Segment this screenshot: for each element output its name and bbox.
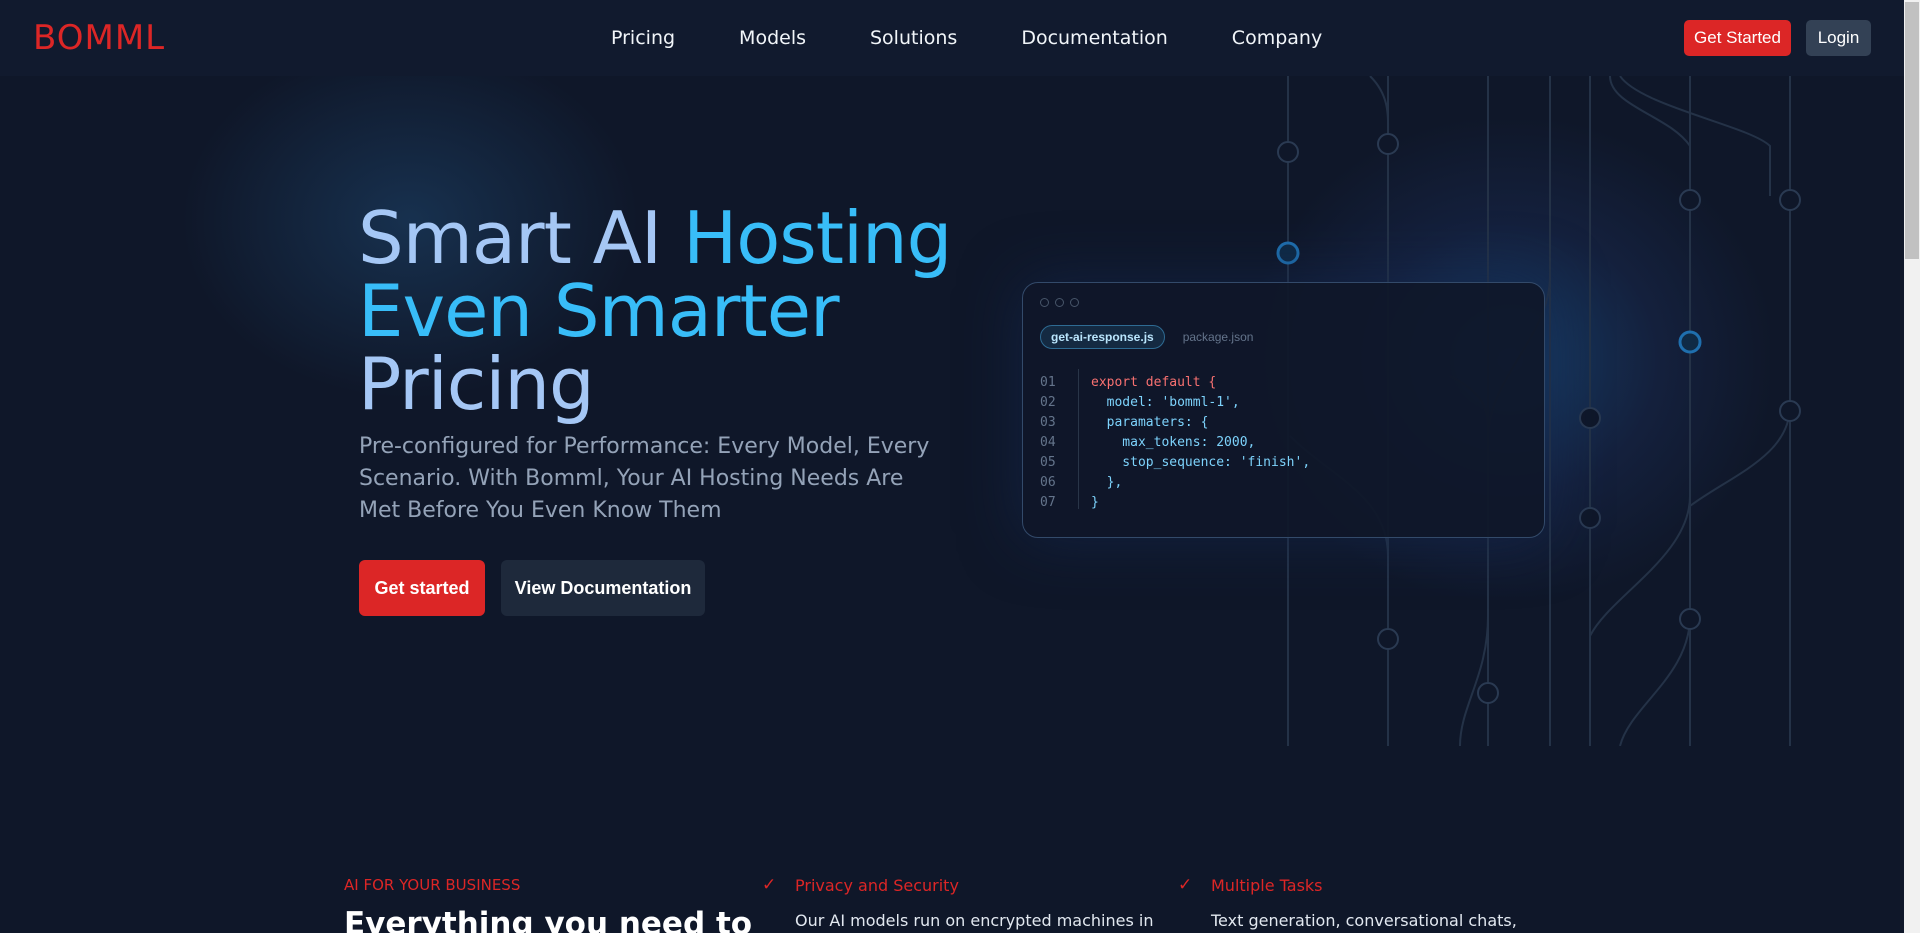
section-tag: AI FOR YOUR BUSINESS [344,876,521,894]
window-dots [1040,298,1085,307]
window-dot-icon [1070,298,1079,307]
code-line: 07} [1040,492,1310,512]
nav-link-solutions[interactable]: Solutions [870,27,957,49]
brand-logo[interactable]: BOMML [33,18,165,58]
line-number: 06 [1040,474,1056,490]
hero-title-smart-ai: Smart AI [358,196,684,280]
hero-subtitle: Pre-configured for Performance: Every Mo… [359,434,930,523]
code-text: max_tokens: 2000, [1091,434,1256,450]
feature-description: Text generation, conversational chats, [1211,911,1517,930]
view-documentation-button[interactable]: View Documentation [501,560,705,616]
nav-links: Pricing Models Solutions Documentation C… [611,27,1386,49]
feature-title: Multiple Tasks [1211,876,1323,895]
code-text: paramaters: { [1091,414,1209,430]
window-dot-icon [1040,298,1049,307]
hero-get-started-button[interactable]: Get started [359,560,485,616]
nav-link-company[interactable]: Company [1232,27,1322,49]
nav-link-pricing[interactable]: Pricing [611,27,675,49]
section-heading: Everything you need to [344,906,753,933]
feature-title: Privacy and Security [795,876,959,895]
code-lines: 01 export default { 02 model: 'bomml-1', … [1040,372,1310,512]
code-text: export default { [1091,374,1217,390]
hero-title-hosting: Hosting [683,196,952,280]
nav-link-documentation[interactable]: Documentation [1021,27,1167,49]
hero-title-line2: Even Smarter [358,269,840,353]
page: BOMML Pricing Models Solutions Documenta… [0,0,1920,933]
tab-get-ai-response[interactable]: get-ai-response.js [1040,325,1165,349]
code-line: 02 model: 'bomml-1', [1040,392,1310,412]
code-text: }, [1091,474,1123,490]
hero-title-line3: Pricing [358,342,595,426]
line-number: 03 [1040,414,1056,430]
get-started-button[interactable]: Get Started [1684,20,1791,56]
code-line: 06 }, [1040,472,1310,492]
tab-package-json[interactable]: package.json [1183,330,1254,344]
code-text: } [1091,494,1099,510]
line-number: 07 [1040,494,1056,510]
nav-link-models[interactable]: Models [739,27,806,49]
line-number: 04 [1040,434,1056,450]
top-navbar: BOMML Pricing Models Solutions Documenta… [0,0,1904,76]
check-icon: ✓ [1178,875,1193,894]
code-line: 05 stop_sequence: 'finish', [1040,452,1310,472]
hero-title: Smart AI Hosting Even Smarter Pricing [358,202,978,421]
code-text: stop_sequence: 'finish', [1091,454,1311,470]
check-icon: ✓ [762,875,777,894]
code-tabs: get-ai-response.js package.json [1040,325,1253,349]
code-line: 01 export default { [1040,372,1310,392]
code-text: model: 'bomml-1', [1091,394,1240,410]
scrollbar-thumb[interactable] [1905,2,1919,259]
feature-description: Our AI models run on encrypted machines … [795,911,1154,930]
code-card: get-ai-response.js package.json 01 export… [1022,282,1545,538]
window-dot-icon [1055,298,1064,307]
code-line: 03 paramaters: { [1040,412,1310,432]
line-number: 02 [1040,394,1056,410]
line-number: 01 [1040,374,1056,390]
login-button[interactable]: Login [1806,20,1871,56]
code-line: 04 max_tokens: 2000, [1040,432,1310,452]
line-number: 05 [1040,454,1056,470]
